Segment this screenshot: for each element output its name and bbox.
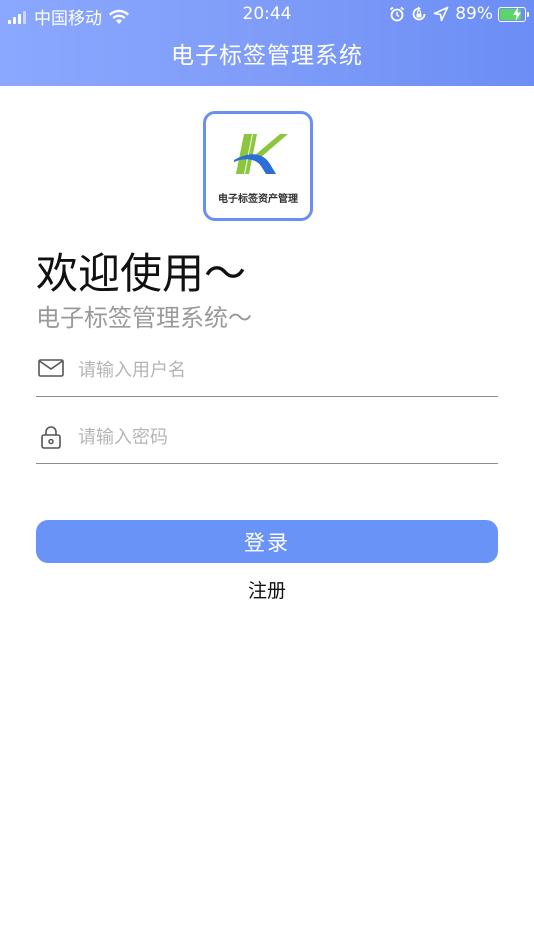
battery-icon xyxy=(498,6,529,22)
page-title: 电子标签管理系统 xyxy=(171,43,363,69)
status-right: 89% xyxy=(383,4,529,24)
app-header: 中国移动 20:44 89% 电子标签管理系统 xyxy=(0,0,534,86)
lock-icon xyxy=(41,426,61,449)
username-field[interactable] xyxy=(36,346,498,397)
password-field[interactable] xyxy=(36,413,498,464)
logo-caption: 电子标签资产管理 xyxy=(218,194,298,205)
status-bar: 中国移动 20:44 89% xyxy=(0,0,534,30)
password-input[interactable] xyxy=(76,421,480,453)
rotation-lock-icon xyxy=(412,6,426,21)
app-logo: 电子标签资产管理 xyxy=(203,111,313,221)
welcome-title: 欢迎使用～ xyxy=(36,249,247,298)
charging-bolt-icon xyxy=(513,6,521,21)
login-button[interactable]: 登录 xyxy=(36,520,498,563)
register-link[interactable]: 注册 xyxy=(0,576,534,603)
location-arrow-icon xyxy=(433,6,449,22)
username-input[interactable] xyxy=(76,354,480,386)
battery-percent: 89% xyxy=(455,4,493,24)
alarm-icon xyxy=(390,6,405,22)
mail-icon xyxy=(38,359,64,377)
welcome-subtitle: 电子标签管理系统～ xyxy=(36,304,252,332)
k-logo-icon xyxy=(234,134,288,174)
